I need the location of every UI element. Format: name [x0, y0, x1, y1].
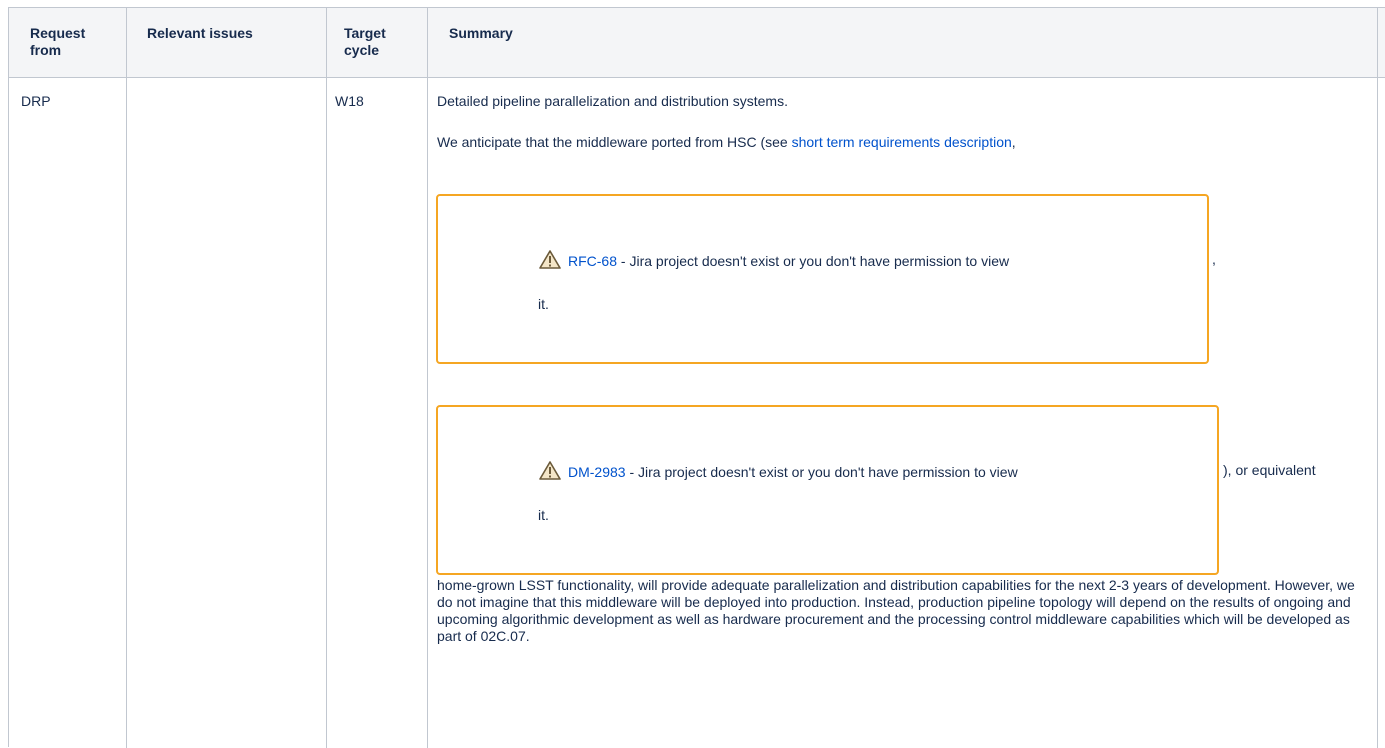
jira-trailing-comma: ,	[1212, 251, 1216, 267]
jira-issue-message-cont: it.	[538, 296, 549, 312]
jira-issue-message-cont: it.	[538, 507, 549, 523]
jira-issue-key-link[interactable]: RFC-68	[568, 253, 617, 269]
requirements-table: Request from Relevant issues Target cycl…	[8, 7, 1385, 748]
jira-issue-key-link[interactable]: DM-2983	[568, 464, 626, 480]
cell-request-from: DRP	[21, 93, 51, 109]
summary-line-2: We anticipate that the middleware ported…	[437, 134, 1016, 151]
summary-line-1: Detailed pipeline parallelization and di…	[437, 93, 788, 109]
short-term-requirements-link[interactable]: short term requirements description	[792, 134, 1012, 150]
header-target-cycle: Target cycle	[344, 25, 386, 58]
column-divider	[126, 8, 127, 748]
summary-line-2-prefix: We anticipate that the middleware ported…	[437, 134, 792, 150]
jira-issue-message: - Jira project doesn't exist or you don'…	[617, 253, 1010, 269]
summary-line-2-suffix: ,	[1011, 134, 1016, 150]
header-relevant-issues: Relevant issues	[147, 25, 253, 41]
column-divider	[326, 8, 327, 748]
jira-issue-line: DM-2983 - Jira project doesn't exist or …	[568, 464, 1018, 481]
warning-triangle-icon	[539, 461, 561, 480]
jira-issue-message: - Jira project doesn't exist or you don'…	[625, 464, 1018, 480]
header-summary: Summary	[449, 25, 513, 41]
cell-target-cycle: W18	[335, 93, 364, 109]
jira-issue-line: RFC-68 - Jira project doesn't exist or y…	[568, 253, 1009, 270]
column-divider	[427, 8, 428, 748]
header-request-from: Request from	[30, 25, 86, 58]
table-header-row	[9, 8, 1385, 78]
jira-trailing-text: ), or equivalent	[1223, 462, 1316, 478]
jira-issue-box-rfc-68: RFC-68 - Jira project doesn't exist or y…	[436, 194, 1209, 364]
jira-issue-box-dm-2983: DM-2983 - Jira project doesn't exist or …	[436, 405, 1219, 575]
column-divider	[1377, 8, 1378, 748]
warning-triangle-icon	[539, 250, 561, 269]
summary-paragraph: home-grown LSST functionality, will prov…	[437, 577, 1355, 644]
